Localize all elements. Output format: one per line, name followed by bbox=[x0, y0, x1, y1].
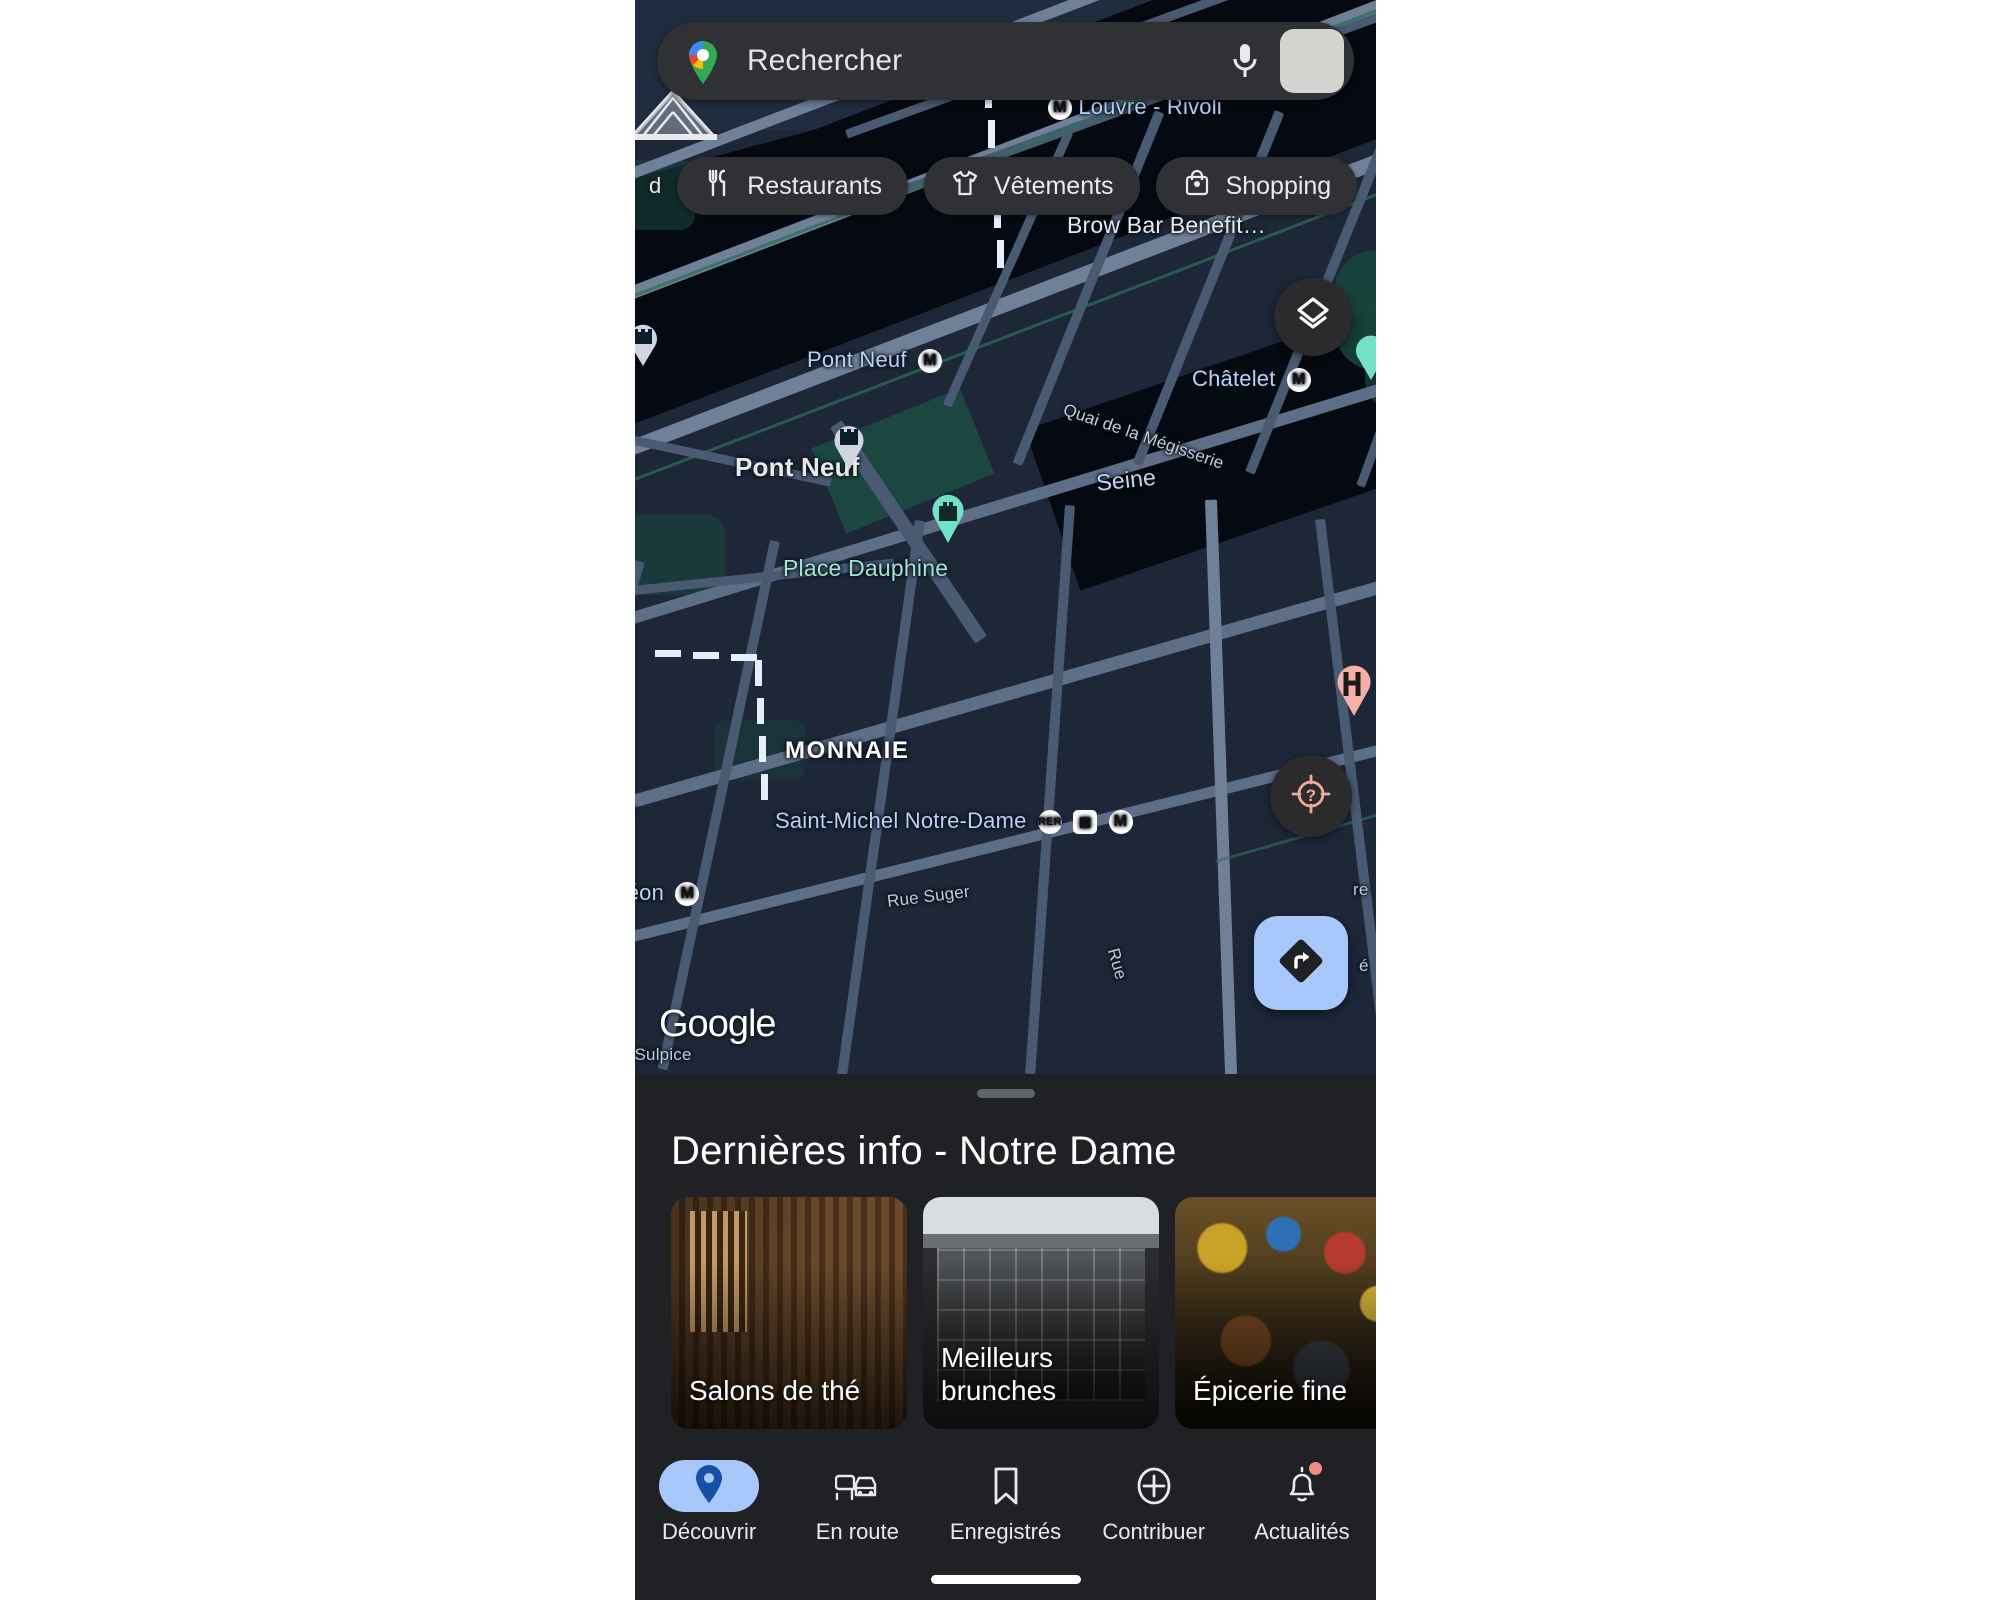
nav-item-contribuer[interactable]: Contribuer bbox=[1080, 1460, 1228, 1545]
restaurant-fork-knife-icon bbox=[703, 168, 733, 205]
map-pin-monument[interactable] bbox=[928, 489, 968, 543]
map-label-place-dauphine[interactable]: Place Dauphine bbox=[783, 555, 948, 582]
card-label: Épicerie fine bbox=[1193, 1374, 1348, 1406]
chip-partial-left: d bbox=[649, 173, 662, 198]
card-carousel[interactable]: Salons de thé Meilleurs brunches Épiceri… bbox=[671, 1197, 1376, 1429]
phone-viewport: M Louvre - Rivoli Brow Bar Benefit… Pont… bbox=[635, 0, 1376, 1600]
map-pin-hotel[interactable] bbox=[1332, 660, 1376, 716]
nav-label: Actualités bbox=[1254, 1519, 1350, 1544]
map-label-saint-michel[interactable]: Saint-Michel Notre-Dame RER ▦ M bbox=[775, 808, 1133, 835]
google-watermark: Google bbox=[659, 1003, 777, 1045]
chip-label: Shopping bbox=[1225, 171, 1332, 200]
shopping-bag-icon bbox=[1182, 168, 1212, 205]
metro-badge-icon: M bbox=[1108, 810, 1133, 835]
google-maps-pin-icon bbox=[683, 37, 723, 85]
bookmark-icon bbox=[980, 1460, 1032, 1512]
bell-icon bbox=[1276, 1460, 1328, 1512]
nav-item-decouvrir[interactable]: Découvrir bbox=[635, 1460, 783, 1545]
plus-circle-icon bbox=[1128, 1460, 1180, 1512]
card-item[interactable]: Meilleurs brunches bbox=[923, 1197, 1159, 1429]
map-pin-poi-teal[interactable] bbox=[1351, 330, 1376, 380]
map-label-odeon[interactable]: Odéon M bbox=[635, 880, 700, 907]
locate-unknown-icon: ? bbox=[1289, 772, 1333, 821]
map-label-chatelet[interactable]: Châtelet M bbox=[1192, 366, 1311, 393]
metro-badge-icon: M bbox=[917, 349, 942, 374]
layers-button[interactable] bbox=[1274, 278, 1352, 356]
metro-badge-icon: M bbox=[675, 882, 700, 907]
nav-item-enregistres[interactable]: Enregistrés bbox=[931, 1460, 1079, 1545]
chip-shopping[interactable]: Shopping bbox=[1155, 157, 1358, 215]
search-input[interactable] bbox=[723, 44, 1222, 78]
map-canvas[interactable]: M Louvre - Rivoli Brow Bar Benefit… Pont… bbox=[635, 0, 1376, 1074]
nav-item-en-route[interactable]: En route bbox=[783, 1460, 931, 1545]
svg-text:?: ? bbox=[1306, 786, 1316, 805]
home-indicator bbox=[930, 1575, 1081, 1584]
map-label-re-partial: re bbox=[1353, 880, 1369, 899]
commute-car-icon bbox=[831, 1460, 883, 1512]
map-label-sulpice-partial: nt Sulpice bbox=[635, 1045, 692, 1064]
chip-restaurants[interactable]: Restaurants bbox=[677, 157, 909, 215]
metro-badge-icon: M bbox=[1286, 368, 1311, 393]
chip-label: Restaurants bbox=[747, 171, 883, 200]
chip-label: Vêtements bbox=[994, 171, 1114, 200]
screenshot-stage: M Louvre - Rivoli Brow Bar Benefit… Pont… bbox=[0, 0, 2000, 1600]
microphone-icon[interactable] bbox=[1222, 38, 1268, 84]
map-label-e-partial: é bbox=[1359, 956, 1369, 975]
nav-item-actualites[interactable]: Actualités bbox=[1228, 1460, 1376, 1545]
layers-icon bbox=[1293, 295, 1333, 340]
bottom-sheet[interactable]: Dernières info - Notre Dame Salons de th… bbox=[635, 1074, 1376, 1600]
locate-button[interactable]: ? bbox=[1270, 755, 1352, 837]
sheet-title: Dernières info - Notre Dame bbox=[671, 1129, 1177, 1173]
map-label-monnaie: MONNAIE bbox=[785, 737, 910, 764]
category-chips[interactable]: d Restaurants Vêtements Shopping bbox=[635, 157, 1376, 215]
card-label: Salons de thé bbox=[689, 1374, 861, 1406]
explore-pin-icon bbox=[692, 1464, 726, 1509]
notification-badge bbox=[1308, 1462, 1322, 1475]
map-label-on-partial: on bbox=[635, 800, 636, 820]
nav-active-pill bbox=[659, 1460, 760, 1512]
directions-fab[interactable] bbox=[1254, 916, 1348, 1010]
nav-label: Enregistrés bbox=[949, 1519, 1062, 1544]
nav-label: Découvrir bbox=[662, 1519, 757, 1544]
card-item[interactable]: Salons de thé bbox=[671, 1197, 907, 1429]
search-bar[interactable] bbox=[657, 22, 1354, 100]
card-label: Meilleurs brunches bbox=[941, 1341, 1057, 1406]
monument-glyph-icon bbox=[635, 320, 661, 366]
train-badge-icon: ▦ bbox=[1073, 810, 1098, 835]
chip-vetements[interactable]: Vêtements bbox=[924, 157, 1140, 215]
account-avatar[interactable] bbox=[1280, 29, 1344, 93]
nav-label: En route bbox=[815, 1519, 899, 1544]
card-item[interactable]: Épicerie fine bbox=[1175, 1197, 1376, 1429]
rer-badge-icon: RER bbox=[1037, 810, 1062, 835]
map-label-brow-bar[interactable]: Brow Bar Benefit… bbox=[1067, 212, 1266, 239]
tshirt-icon bbox=[950, 168, 980, 205]
map-label-pont-neuf-metro[interactable]: Pont Neuf M bbox=[807, 347, 942, 374]
pont-neuf-monument-icon[interactable] bbox=[830, 420, 868, 470]
sheet-grabber[interactable] bbox=[976, 1089, 1035, 1098]
directions-arrow-icon bbox=[1275, 935, 1327, 992]
nav-label: Contribuer bbox=[1102, 1519, 1206, 1544]
